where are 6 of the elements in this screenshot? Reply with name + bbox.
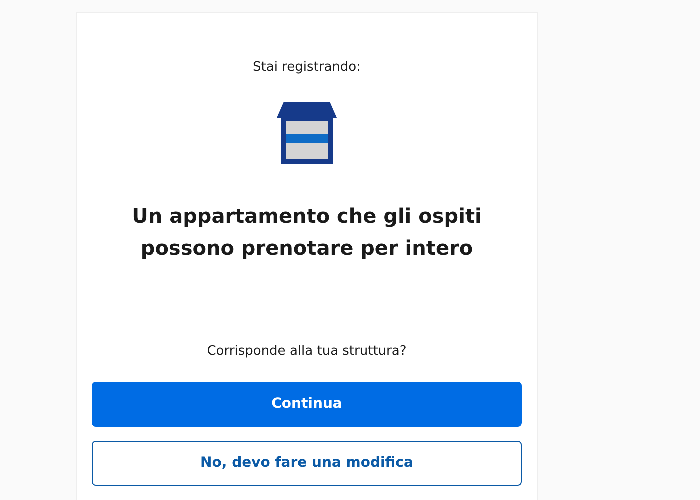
intro-text: Stai registrando: <box>252 59 362 77</box>
continue-button[interactable]: Continua <box>92 382 522 427</box>
question-text: Corrisponde alla tua struttura? <box>206 342 408 360</box>
modify-button[interactable]: No, devo fare una modifica <box>92 441 522 486</box>
page-title: Un appartamento che gli ospiti possono prenotare per intero <box>131 202 483 262</box>
house-icon <box>277 102 337 164</box>
